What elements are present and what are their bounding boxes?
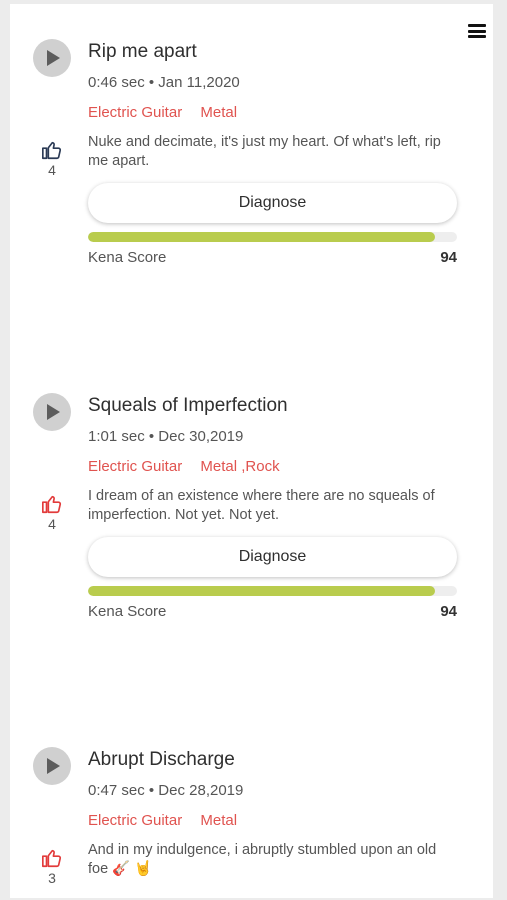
track-tags: Electric Guitar Metal [88, 104, 251, 121]
play-button[interactable] [33, 39, 71, 77]
tag[interactable]: Electric Guitar [88, 812, 182, 829]
track-title: Abrupt Discharge [88, 749, 235, 770]
score-progress-fill [88, 232, 435, 242]
tag[interactable]: Metal [200, 812, 237, 829]
thumbs-up-icon [42, 849, 62, 868]
score-label: Kena Score [88, 249, 167, 266]
hamburger-menu-icon[interactable] [468, 22, 486, 40]
play-button[interactable] [33, 393, 71, 431]
track-meta: 0:47 sec • Dec 28,2019 [88, 782, 244, 799]
like-count: 4 [48, 516, 56, 532]
score-progress-bar [88, 586, 457, 596]
tag[interactable]: Electric Guitar [88, 458, 182, 475]
score-value: 94 [440, 249, 457, 266]
track-title: Rip me apart [88, 41, 197, 62]
tag[interactable]: Metal ,Rock [200, 458, 279, 475]
track-meta: 1:01 sec • Dec 30,2019 [88, 428, 244, 445]
play-button[interactable] [33, 747, 71, 785]
diagnose-button[interactable]: Diagnose [88, 537, 457, 577]
score-progress-fill [88, 586, 435, 596]
like-count: 3 [48, 870, 56, 886]
track-description: I dream of an existence where there are … [88, 488, 435, 523]
score-label: Kena Score [88, 603, 167, 620]
track-list-panel: Rip me apart 0:46 sec • Jan 11,2020 Elec… [10, 4, 493, 898]
diagnose-button[interactable]: Diagnose [88, 183, 457, 223]
tag[interactable]: Electric Guitar [88, 104, 182, 121]
thumbs-up-icon [42, 495, 62, 514]
score-progress-bar [88, 232, 457, 242]
track-tags: Electric Guitar Metal [88, 812, 251, 829]
track-description: And in my indulgence, i abruptly stumble… [88, 842, 437, 877]
score-value: 94 [440, 603, 457, 620]
like-button[interactable]: 4 [38, 493, 66, 532]
track-meta: 0:46 sec • Jan 11,2020 [88, 74, 240, 91]
track-description: Nuke and decimate, it's just my heart. O… [88, 134, 441, 169]
like-count: 4 [48, 162, 56, 178]
track-title: Squeals of Imperfection [88, 395, 288, 416]
like-button[interactable]: 4 [38, 139, 66, 178]
tag[interactable]: Metal [200, 104, 237, 121]
thumbs-up-icon [42, 141, 62, 160]
track-tags: Electric Guitar Metal ,Rock [88, 458, 294, 475]
like-button[interactable]: 3 [38, 847, 66, 886]
